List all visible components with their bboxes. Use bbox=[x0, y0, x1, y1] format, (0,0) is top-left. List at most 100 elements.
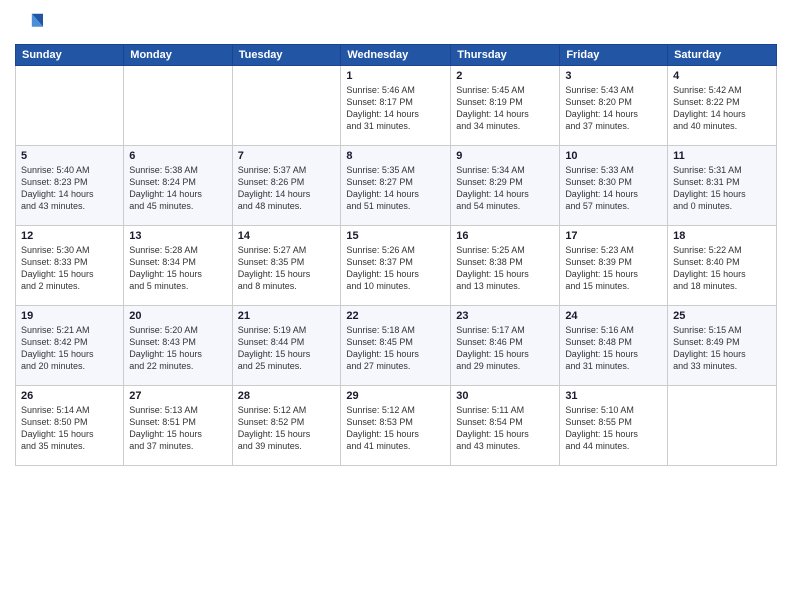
week-row-2: 5 Sunrise: 5:40 AM Sunset: 8:23 PM Daylig… bbox=[16, 146, 777, 226]
day-number: 30 bbox=[456, 390, 554, 402]
day-header-wednesday: Wednesday bbox=[341, 45, 451, 66]
day-info: Sunrise: 5:28 AM Sunset: 8:34 PM Dayligh… bbox=[129, 244, 226, 293]
day-info: Sunrise: 5:37 AM Sunset: 8:26 PM Dayligh… bbox=[238, 164, 336, 213]
day-header-thursday: Thursday bbox=[451, 45, 560, 66]
day-info: Sunrise: 5:40 AM Sunset: 8:23 PM Dayligh… bbox=[21, 164, 118, 213]
day-number: 20 bbox=[129, 310, 226, 322]
day-number: 19 bbox=[21, 310, 118, 322]
header bbox=[15, 10, 777, 38]
day-header-saturday: Saturday bbox=[668, 45, 777, 66]
calendar-cell: 27Sunrise: 5:13 AM Sunset: 8:51 PM Dayli… bbox=[124, 386, 232, 466]
day-number: 1 bbox=[346, 70, 445, 82]
day-info: Sunrise: 5:19 AM Sunset: 8:44 PM Dayligh… bbox=[238, 324, 336, 373]
day-number: 12 bbox=[21, 230, 118, 242]
logo bbox=[15, 10, 47, 38]
calendar-cell: 20 Sunrise: 5:20 AM Sunset: 8:43 PM Dayli… bbox=[124, 306, 232, 386]
day-number: 10 bbox=[565, 150, 662, 162]
day-info: Sunrise: 5:26 AM Sunset: 8:37 PM Dayligh… bbox=[346, 244, 445, 293]
day-info: Sunrise: 5:12 AM Sunset: 8:52 PM Dayligh… bbox=[238, 404, 336, 453]
day-info: Sunrise: 5:43 AM Sunset: 8:20 PM Dayligh… bbox=[565, 84, 662, 133]
calendar-cell: 26 Sunrise: 5:14 AM Sunset: 8:50 PM Dayli… bbox=[16, 386, 124, 466]
day-header-sunday: Sunday bbox=[16, 45, 124, 66]
day-info: Sunrise: 5:25 AM Sunset: 8:38 PM Dayligh… bbox=[456, 244, 554, 293]
day-number: 15 bbox=[346, 230, 445, 242]
calendar-cell: 4 Sunrise: 5:42 AM Sunset: 8:22 PM Daylig… bbox=[668, 66, 777, 146]
day-number: 5 bbox=[21, 150, 118, 162]
day-number: 11 bbox=[673, 150, 771, 162]
day-info: Sunrise: 5:34 AM Sunset: 8:29 PM Dayligh… bbox=[456, 164, 554, 213]
day-number: 23 bbox=[456, 310, 554, 322]
day-number: 3 bbox=[565, 70, 662, 82]
calendar-cell: 7 Sunrise: 5:37 AM Sunset: 8:26 PM Daylig… bbox=[232, 146, 341, 226]
day-number: 8 bbox=[346, 150, 445, 162]
day-number: 13 bbox=[129, 230, 226, 242]
day-number: 25 bbox=[673, 310, 771, 322]
calendar-cell: 25 Sunrise: 5:15 AM Sunset: 8:49 PM Dayli… bbox=[668, 306, 777, 386]
day-info: Sunrise: 5:16 AM Sunset: 8:48 PM Dayligh… bbox=[565, 324, 662, 373]
calendar-header: SundayMondayTuesdayWednesdayThursdayFrid… bbox=[16, 45, 777, 66]
calendar-cell: 6 Sunrise: 5:38 AM Sunset: 8:24 PM Daylig… bbox=[124, 146, 232, 226]
calendar-cell: 23 Sunrise: 5:17 AM Sunset: 8:46 PM Dayli… bbox=[451, 306, 560, 386]
day-number: 29 bbox=[346, 390, 445, 402]
calendar-cell: 18 Sunrise: 5:22 AM Sunset: 8:40 PM Dayli… bbox=[668, 226, 777, 306]
calendar-table: SundayMondayTuesdayWednesdayThursdayFrid… bbox=[15, 44, 777, 466]
calendar-cell: 11 Sunrise: 5:31 AM Sunset: 8:31 PM Dayli… bbox=[668, 146, 777, 226]
day-info: Sunrise: 5:22 AM Sunset: 8:40 PM Dayligh… bbox=[673, 244, 771, 293]
header-row: SundayMondayTuesdayWednesdayThursdayFrid… bbox=[16, 45, 777, 66]
week-row-1: 1 Sunrise: 5:46 AM Sunset: 8:17 PM Daylig… bbox=[16, 66, 777, 146]
calendar-cell: 24 Sunrise: 5:16 AM Sunset: 8:48 PM Dayli… bbox=[560, 306, 668, 386]
day-header-friday: Friday bbox=[560, 45, 668, 66]
day-info: Sunrise: 5:13 AM Sunset: 8:51 PM Dayligh… bbox=[129, 404, 226, 453]
calendar-cell bbox=[232, 66, 341, 146]
day-number: 6 bbox=[129, 150, 226, 162]
calendar-cell: 28Sunrise: 5:12 AM Sunset: 8:52 PM Dayli… bbox=[232, 386, 341, 466]
calendar-cell: 14 Sunrise: 5:27 AM Sunset: 8:35 PM Dayli… bbox=[232, 226, 341, 306]
page: SundayMondayTuesdayWednesdayThursdayFrid… bbox=[0, 0, 792, 612]
day-number: 18 bbox=[673, 230, 771, 242]
calendar-cell: 8 Sunrise: 5:35 AM Sunset: 8:27 PM Daylig… bbox=[341, 146, 451, 226]
calendar-cell: 21 Sunrise: 5:19 AM Sunset: 8:44 PM Dayli… bbox=[232, 306, 341, 386]
day-info: Sunrise: 5:45 AM Sunset: 8:19 PM Dayligh… bbox=[456, 84, 554, 133]
day-number: 7 bbox=[238, 150, 336, 162]
week-row-3: 12 Sunrise: 5:30 AM Sunset: 8:33 PM Dayli… bbox=[16, 226, 777, 306]
calendar-cell: 2 Sunrise: 5:45 AM Sunset: 8:19 PM Daylig… bbox=[451, 66, 560, 146]
calendar-cell: 9Sunrise: 5:34 AM Sunset: 8:29 PM Daylig… bbox=[451, 146, 560, 226]
day-info: Sunrise: 5:30 AM Sunset: 8:33 PM Dayligh… bbox=[21, 244, 118, 293]
day-info: Sunrise: 5:15 AM Sunset: 8:49 PM Dayligh… bbox=[673, 324, 771, 373]
week-row-4: 19 Sunrise: 5:21 AM Sunset: 8:42 PM Dayli… bbox=[16, 306, 777, 386]
day-number: 26 bbox=[21, 390, 118, 402]
day-info: Sunrise: 5:27 AM Sunset: 8:35 PM Dayligh… bbox=[238, 244, 336, 293]
calendar-cell bbox=[124, 66, 232, 146]
day-number: 4 bbox=[673, 70, 771, 82]
calendar-cell: 31Sunrise: 5:10 AM Sunset: 8:55 PM Dayli… bbox=[560, 386, 668, 466]
week-row-5: 26 Sunrise: 5:14 AM Sunset: 8:50 PM Dayli… bbox=[16, 386, 777, 466]
calendar-cell: 13 Sunrise: 5:28 AM Sunset: 8:34 PM Dayli… bbox=[124, 226, 232, 306]
day-info: Sunrise: 5:17 AM Sunset: 8:46 PM Dayligh… bbox=[456, 324, 554, 373]
day-info: Sunrise: 5:20 AM Sunset: 8:43 PM Dayligh… bbox=[129, 324, 226, 373]
day-info: Sunrise: 5:42 AM Sunset: 8:22 PM Dayligh… bbox=[673, 84, 771, 133]
day-info: Sunrise: 5:21 AM Sunset: 8:42 PM Dayligh… bbox=[21, 324, 118, 373]
calendar-cell: 15 Sunrise: 5:26 AM Sunset: 8:37 PM Dayli… bbox=[341, 226, 451, 306]
day-info: Sunrise: 5:31 AM Sunset: 8:31 PM Dayligh… bbox=[673, 164, 771, 213]
calendar-cell: 12 Sunrise: 5:30 AM Sunset: 8:33 PM Dayli… bbox=[16, 226, 124, 306]
calendar-body: 1 Sunrise: 5:46 AM Sunset: 8:17 PM Daylig… bbox=[16, 66, 777, 466]
day-number: 21 bbox=[238, 310, 336, 322]
calendar-cell: 22Sunrise: 5:18 AM Sunset: 8:45 PM Dayli… bbox=[341, 306, 451, 386]
calendar-cell bbox=[16, 66, 124, 146]
day-number: 14 bbox=[238, 230, 336, 242]
day-info: Sunrise: 5:14 AM Sunset: 8:50 PM Dayligh… bbox=[21, 404, 118, 453]
day-info: Sunrise: 5:33 AM Sunset: 8:30 PM Dayligh… bbox=[565, 164, 662, 213]
day-number: 2 bbox=[456, 70, 554, 82]
day-info: Sunrise: 5:46 AM Sunset: 8:17 PM Dayligh… bbox=[346, 84, 445, 133]
day-number: 24 bbox=[565, 310, 662, 322]
day-header-monday: Monday bbox=[124, 45, 232, 66]
calendar-cell: 3 Sunrise: 5:43 AM Sunset: 8:20 PM Daylig… bbox=[560, 66, 668, 146]
day-number: 22 bbox=[346, 310, 445, 322]
calendar-cell: 29Sunrise: 5:12 AM Sunset: 8:53 PM Dayli… bbox=[341, 386, 451, 466]
day-info: Sunrise: 5:35 AM Sunset: 8:27 PM Dayligh… bbox=[346, 164, 445, 213]
day-number: 16 bbox=[456, 230, 554, 242]
day-info: Sunrise: 5:38 AM Sunset: 8:24 PM Dayligh… bbox=[129, 164, 226, 213]
day-number: 17 bbox=[565, 230, 662, 242]
calendar-cell: 5 Sunrise: 5:40 AM Sunset: 8:23 PM Daylig… bbox=[16, 146, 124, 226]
calendar-cell: 19 Sunrise: 5:21 AM Sunset: 8:42 PM Dayli… bbox=[16, 306, 124, 386]
